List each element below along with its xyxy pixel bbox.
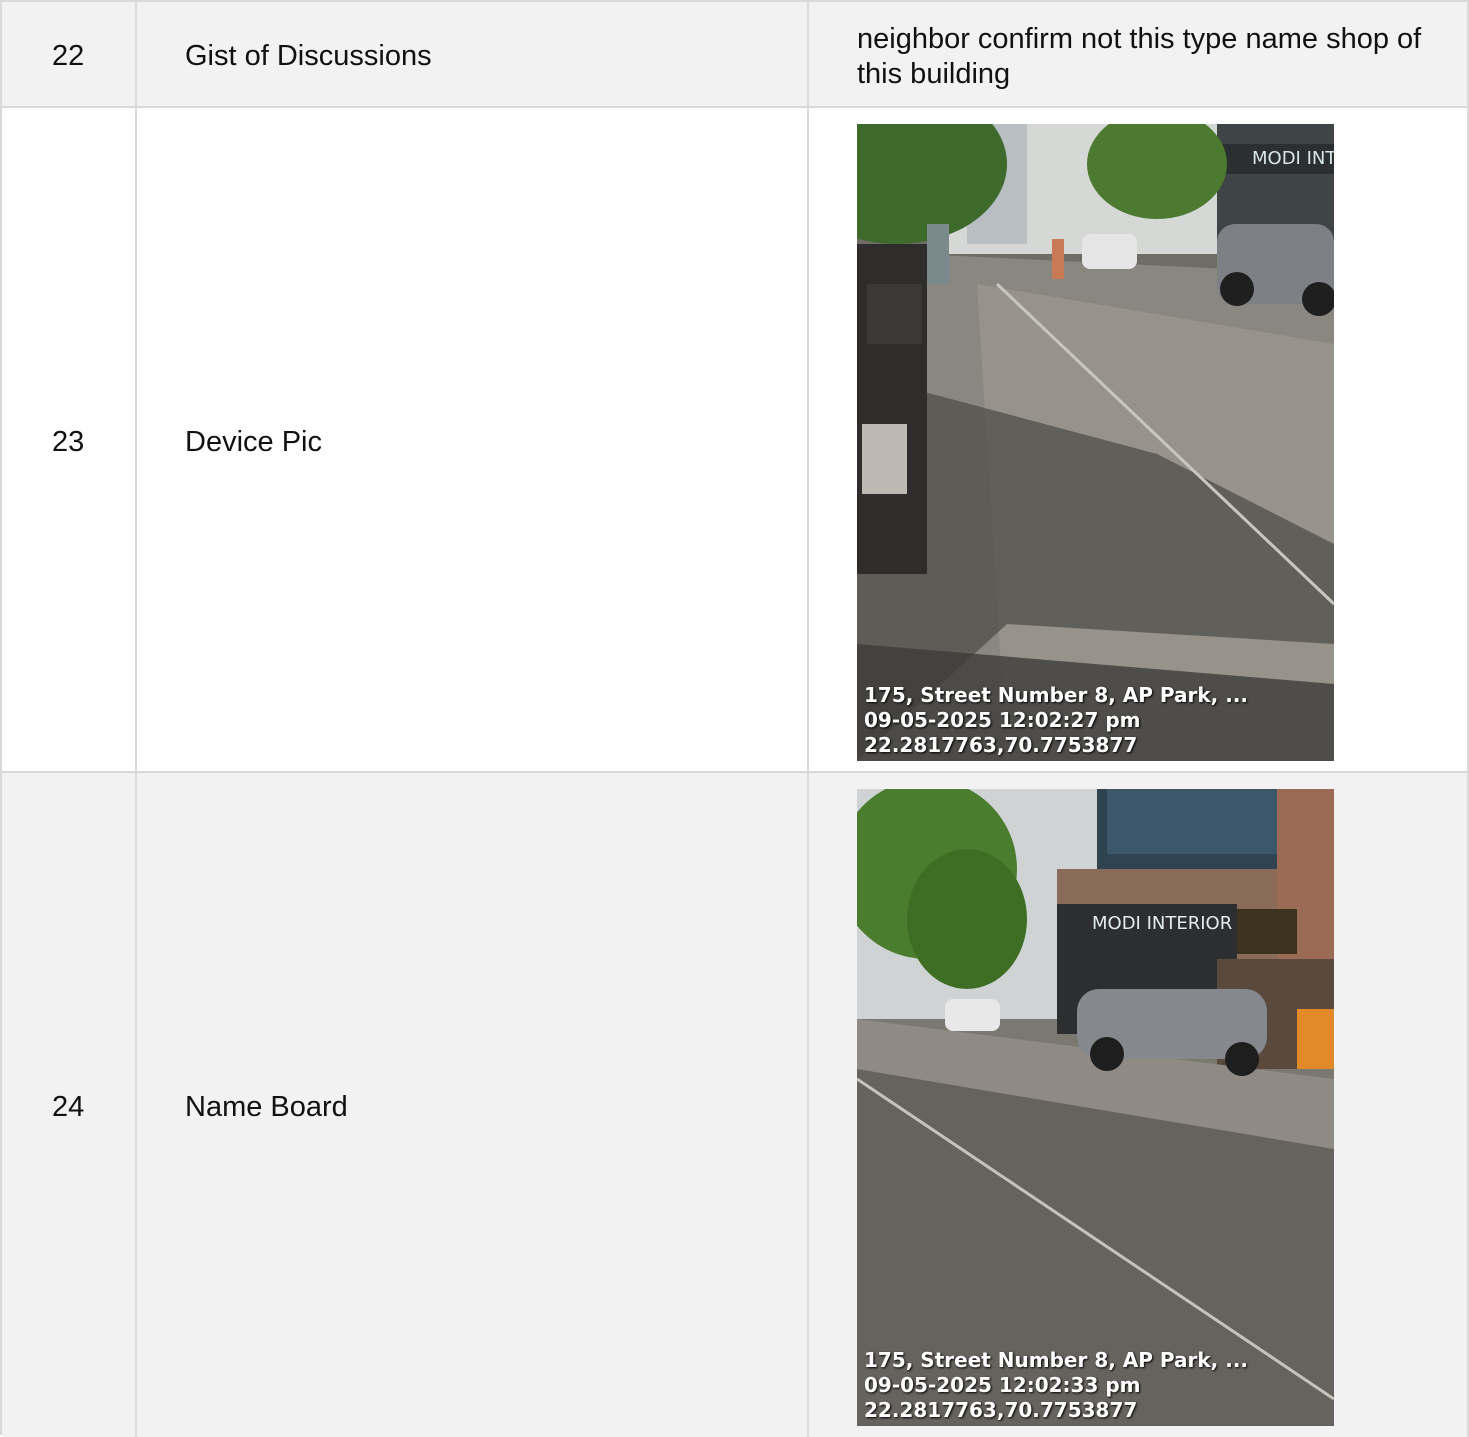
photo-address: 175, Street Number 8, AP Park, ... <box>864 1348 1249 1372</box>
row-number: 22 <box>52 40 85 72</box>
row-label-cell: Gist of Discussions <box>137 2 809 106</box>
row-label-cell: Device Pic <box>137 108 809 771</box>
device-photo: MODI INTER <box>857 124 1334 761</box>
table-row: 22 Gist of Discussions neighbor confirm … <box>2 2 1469 108</box>
row-value-cell: MODI INTER <box>809 108 1469 771</box>
row-label: Name Board <box>185 1091 348 1123</box>
row-value-cell: neighbor confirm not this type name shop… <box>809 2 1469 106</box>
row-number-cell: 23 <box>2 108 137 771</box>
row-number-cell: 24 <box>2 773 137 1437</box>
row-number-cell: 22 <box>2 2 137 106</box>
photo-coordinates: 22.2817763,70.7753877 <box>864 1398 1138 1422</box>
details-table: 22 Gist of Discussions neighbor confirm … <box>0 0 1469 1437</box>
photo-address: 175, Street Number 8, AP Park, ... <box>864 683 1249 707</box>
photo-datetime: 09-05-2025 12:02:27 pm <box>864 708 1141 732</box>
photo-coordinates: 22.2817763,70.7753877 <box>864 733 1138 757</box>
name-board-photo: MODI INTERIOR 175, Street Number 8, AP P… <box>857 789 1334 1426</box>
table-row: 23 Device Pic MODI INTER <box>2 108 1469 773</box>
table-row: 24 Name Board MODI INTERIOR 175, Street … <box>2 773 1469 1437</box>
row-number: 24 <box>52 1091 85 1123</box>
row-label: Device Pic <box>185 426 322 458</box>
photo-stamp: 175, Street Number 8, AP Park, ... 09-05… <box>864 683 1248 758</box>
row-label-cell: Name Board <box>137 773 809 1437</box>
photo-datetime: 09-05-2025 12:02:33 pm <box>864 1373 1141 1397</box>
row-label: Gist of Discussions <box>185 40 432 72</box>
storefront-image: MODI INTERIOR <box>857 789 1334 1426</box>
street-scene-image: MODI INTER <box>857 124 1334 761</box>
photo-stamp: 175, Street Number 8, AP Park, ... 09-05… <box>864 1348 1248 1423</box>
shop-sign-text: MODI INTER <box>1252 148 1334 169</box>
shop-sign-text: MODI INTERIOR <box>1092 913 1232 934</box>
row-value-cell: MODI INTERIOR 175, Street Number 8, AP P… <box>809 773 1469 1437</box>
row-value: neighbor confirm not this type name shop… <box>857 23 1422 90</box>
row-number: 23 <box>52 426 85 458</box>
